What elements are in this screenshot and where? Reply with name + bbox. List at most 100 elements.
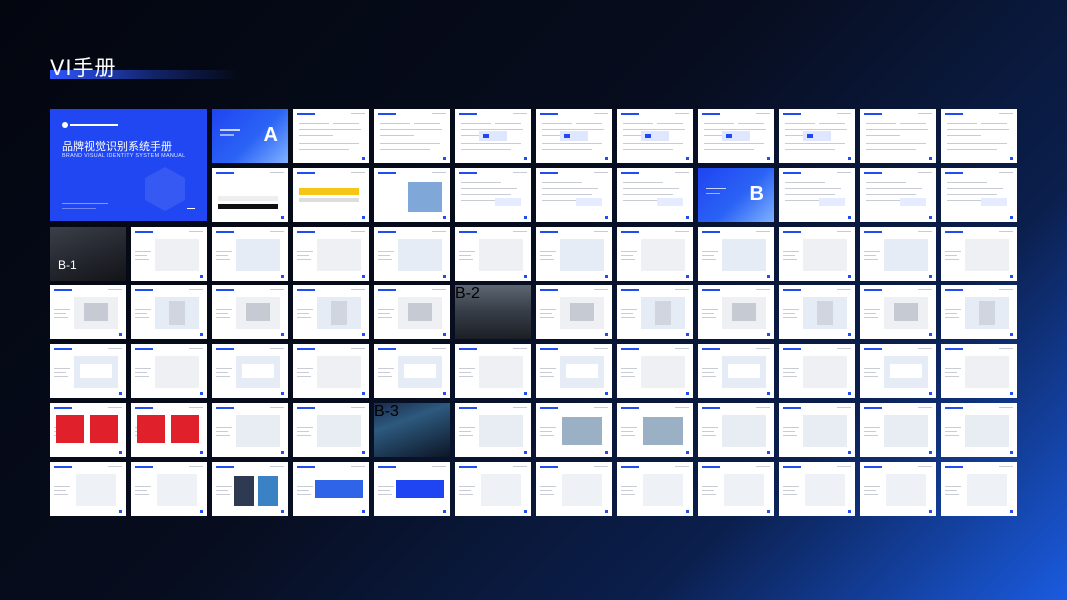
page-corner-mark	[281, 451, 284, 454]
manual-page-thumbnail[interactable]	[860, 344, 936, 399]
manual-page-thumbnail[interactable]	[374, 344, 450, 399]
manual-page-thumbnail[interactable]	[374, 226, 450, 281]
manual-page-thumbnail[interactable]	[293, 226, 369, 281]
manual-page-thumbnail[interactable]	[131, 403, 207, 457]
manual-page-thumbnail[interactable]	[779, 344, 855, 399]
manual-page-thumbnail[interactable]	[698, 461, 774, 516]
page-header-rule	[756, 230, 770, 232]
mockup-object	[84, 303, 108, 322]
page-header-rule	[351, 407, 365, 408]
page-header-mark	[459, 171, 477, 174]
manual-page-thumbnail[interactable]	[455, 344, 531, 399]
manual-page-thumbnail[interactable]	[536, 461, 612, 516]
manual-page-thumbnail[interactable]	[455, 167, 531, 222]
manual-page-thumbnail[interactable]	[536, 109, 612, 163]
manual-page-thumbnail[interactable]	[536, 403, 612, 457]
manual-page-thumbnail[interactable]	[617, 167, 693, 222]
section-a-divider[interactable]: A	[212, 109, 288, 163]
manual-page-thumbnail[interactable]	[941, 226, 1017, 281]
cover-page[interactable]: 品牌视觉识别系统手册 BRAND VISUAL IDENTITY SYSTEM …	[50, 109, 207, 221]
manual-page-thumbnail[interactable]	[50, 344, 126, 399]
manual-page-thumbnail[interactable]	[374, 285, 450, 340]
manual-page-thumbnail[interactable]	[455, 109, 531, 163]
manual-page-thumbnail[interactable]	[617, 285, 693, 340]
manual-page-thumbnail[interactable]	[50, 403, 126, 457]
manual-page-thumbnail[interactable]	[779, 226, 855, 281]
manual-page-thumbnail[interactable]	[455, 226, 531, 281]
manual-page-thumbnail[interactable]	[779, 167, 855, 222]
text-line	[702, 427, 718, 428]
manual-page-thumbnail[interactable]	[212, 167, 288, 222]
photo-divider-b2[interactable]: B-2	[455, 285, 531, 340]
page-corner-mark	[443, 274, 446, 278]
manual-page-thumbnail[interactable]	[860, 109, 936, 163]
manual-page-thumbnail[interactable]	[293, 109, 369, 163]
print-mockup	[258, 475, 278, 506]
manual-page-thumbnail[interactable]	[860, 461, 936, 516]
manual-page-thumbnail[interactable]	[941, 461, 1017, 516]
manual-page-thumbnail[interactable]	[617, 403, 693, 457]
manual-page-thumbnail[interactable]	[941, 344, 1017, 399]
manual-page-thumbnail[interactable]	[698, 226, 774, 281]
mockup-object	[979, 301, 995, 326]
manual-page-thumbnail[interactable]	[941, 285, 1017, 340]
manual-page-thumbnail[interactable]	[455, 403, 531, 457]
manual-page-thumbnail[interactable]	[50, 285, 126, 340]
manual-page-thumbnail[interactable]	[941, 109, 1017, 163]
manual-page-thumbnail[interactable]	[293, 403, 369, 457]
manual-page-thumbnail[interactable]	[698, 403, 774, 457]
manual-page-thumbnail[interactable]	[212, 226, 288, 281]
manual-page-thumbnail[interactable]	[374, 167, 450, 222]
page-corner-mark	[281, 274, 284, 278]
manual-page-thumbnail[interactable]	[941, 403, 1017, 457]
manual-page-thumbnail[interactable]	[212, 285, 288, 340]
manual-page-thumbnail[interactable]	[212, 461, 288, 516]
manual-page-thumbnail[interactable]	[860, 403, 936, 457]
page-header-mark	[54, 407, 72, 409]
manual-page-thumbnail[interactable]	[131, 344, 207, 399]
page-header-mark	[378, 348, 396, 351]
text-line	[216, 431, 228, 432]
manual-page-thumbnail[interactable]	[698, 344, 774, 399]
manual-page-thumbnail[interactable]	[536, 344, 612, 399]
page-header-mark	[783, 171, 801, 174]
manual-page-thumbnail[interactable]	[455, 461, 531, 516]
text-line	[216, 489, 228, 491]
manual-page-thumbnail[interactable]	[536, 285, 612, 340]
manual-page-thumbnail[interactable]	[293, 285, 369, 340]
manual-page-thumbnail[interactable]	[617, 109, 693, 163]
manual-page-thumbnail[interactable]	[131, 461, 207, 516]
manual-page-thumbnail[interactable]	[779, 109, 855, 163]
manual-page-thumbnail[interactable]	[860, 226, 936, 281]
manual-page-thumbnail[interactable]	[374, 461, 450, 516]
page-header-mark	[702, 348, 720, 351]
photo-divider-b3[interactable]: B-3	[374, 403, 450, 457]
manual-page-thumbnail[interactable]	[374, 109, 450, 163]
manual-page-thumbnail[interactable]	[779, 403, 855, 457]
photo-divider-b1[interactable]: B-1	[50, 226, 126, 281]
manual-page-thumbnail[interactable]	[941, 167, 1017, 222]
manual-page-thumbnail[interactable]	[698, 109, 774, 163]
manual-page-thumbnail[interactable]	[50, 461, 126, 516]
section-b-divider[interactable]: B	[698, 167, 774, 222]
manual-page-thumbnail[interactable]	[617, 344, 693, 399]
manual-page-thumbnail[interactable]	[293, 167, 369, 222]
text-line	[414, 123, 440, 124]
manual-page-thumbnail[interactable]	[131, 285, 207, 340]
manual-page-thumbnail[interactable]	[860, 285, 936, 340]
manual-page-thumbnail[interactable]	[536, 167, 612, 222]
page-header-mark	[540, 230, 558, 233]
manual-page-thumbnail[interactable]	[860, 167, 936, 222]
manual-page-thumbnail[interactable]	[779, 461, 855, 516]
manual-page-thumbnail[interactable]	[293, 461, 369, 516]
text-line	[297, 427, 313, 428]
manual-page-thumbnail[interactable]	[617, 461, 693, 516]
manual-page-thumbnail[interactable]	[293, 344, 369, 399]
manual-page-thumbnail[interactable]	[212, 344, 288, 399]
manual-page-thumbnail[interactable]	[617, 226, 693, 281]
manual-page-thumbnail[interactable]	[698, 285, 774, 340]
manual-page-thumbnail[interactable]	[779, 285, 855, 340]
manual-page-thumbnail[interactable]	[536, 226, 612, 281]
manual-page-thumbnail[interactable]	[212, 403, 288, 457]
manual-page-thumbnail[interactable]	[131, 226, 207, 281]
